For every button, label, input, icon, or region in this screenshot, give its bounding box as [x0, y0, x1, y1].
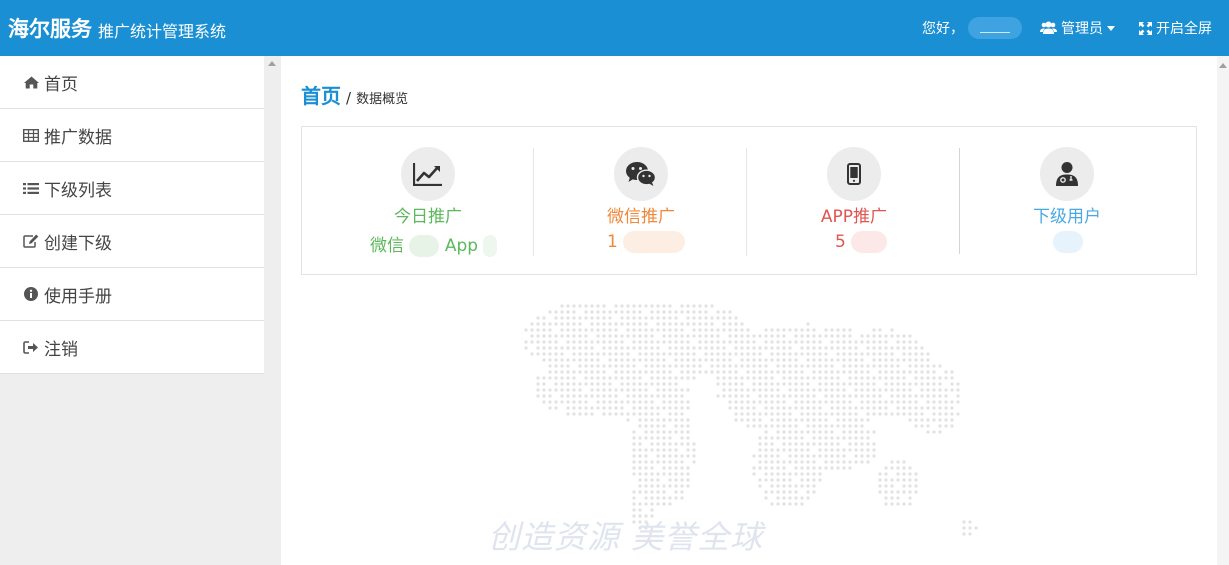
redacted-value — [409, 235, 440, 257]
users-icon — [1040, 21, 1057, 34]
wechat-icon — [626, 162, 657, 186]
redacted-value — [483, 235, 498, 257]
sidebar-item-promotion-data[interactable]: 推广数据 — [0, 109, 264, 162]
line-chart-icon — [413, 163, 442, 186]
sign-out-icon — [22, 340, 40, 354]
sidebar-item-manual[interactable]: 使用手册 — [0, 268, 264, 321]
sidebar-item-label: 注销 — [44, 339, 78, 360]
fullscreen-label: 开启全屏 — [1156, 21, 1212, 37]
stat-app-promotion: APP推广 5 — [748, 127, 960, 276]
sidebar-item-label: 使用手册 — [44, 286, 112, 307]
sidebar-item-label: 推广数据 — [44, 127, 112, 148]
stat-icon-circle — [1040, 147, 1094, 201]
home-icon — [22, 76, 40, 89]
world-map-decoration — [524, 304, 978, 536]
stats-panel: 今日推广 微信 App 微信推广 1 APP推广 5 下级用户 — [301, 126, 1197, 275]
user-doctor-icon — [1056, 162, 1078, 186]
stat-divider — [746, 148, 747, 256]
sidebar-item-label: 下级列表 — [44, 180, 112, 201]
stat-label-app: App — [444, 236, 479, 256]
stat-divider — [959, 148, 960, 254]
stat-values: 微信 App — [322, 231, 534, 257]
stat-divider — [533, 148, 534, 256]
greeting-text: 您好， — [922, 21, 964, 37]
table-icon — [22, 128, 40, 142]
username-redacted — [968, 17, 1022, 39]
sidebar-item-label: 创建下级 — [44, 233, 112, 254]
sidebar-item-logout[interactable]: 注销 — [0, 321, 264, 374]
top-right-area: 您好， 管理员 开启全屏 — [922, 0, 1229, 56]
stat-values: 1 — [535, 231, 747, 253]
stat-title: 微信推广 — [607, 207, 675, 227]
stat-icon-circle — [614, 147, 668, 201]
stat-title: 下级用户 — [1033, 207, 1101, 227]
stat-values — [961, 231, 1173, 253]
breadcrumb-home[interactable]: 首页 — [301, 80, 341, 109]
sidebar-item-subordinate-list[interactable]: 下级列表 — [0, 162, 264, 215]
list-icon — [22, 182, 40, 195]
redacted-value — [623, 231, 686, 253]
sidebar-menu: 首页 推广数据 下级列表 创建下级 使用手册 注销 — [0, 56, 264, 374]
stat-wechat-promotion: 微信推广 1 — [535, 127, 747, 276]
stat-label-wechat: 微信 — [370, 236, 404, 256]
fullscreen-button[interactable]: 开启全屏 — [1139, 18, 1212, 38]
scroll-up-icon[interactable] — [268, 61, 276, 66]
sidebar-item-home[interactable]: 首页 — [0, 56, 264, 109]
stat-today-promotion: 今日推广 微信 App — [322, 127, 534, 276]
stat-icon-circle — [401, 147, 455, 201]
sidebar-item-label: 首页 — [44, 74, 78, 95]
stat-title: APP推广 — [820, 207, 888, 227]
slogan-text: 创造资源 美誉全球 — [488, 518, 764, 556]
redacted-value — [1053, 231, 1083, 253]
redacted-value — [851, 231, 888, 253]
mobile-icon — [847, 163, 861, 185]
stat-subordinate-users: 下级用户 — [961, 127, 1173, 276]
sidebar: 首页 推广数据 下级列表 创建下级 使用手册 注销 — [0, 56, 281, 565]
breadcrumb: 首页 / 数据概览 — [301, 80, 408, 109]
top-navbar: 海尔服务 推广统计管理系统 您好， 管理员 开启全屏 — [0, 0, 1229, 56]
admin-label: 管理员 — [1061, 21, 1103, 37]
brand-subtitle: 推广统计管理系统 — [98, 21, 227, 41]
admin-dropdown[interactable]: 管理员 — [1040, 18, 1115, 38]
stat-value: 5 — [835, 232, 846, 252]
stat-value: 1 — [607, 232, 618, 252]
stat-title: 今日推广 — [394, 207, 462, 227]
main-scrollbar[interactable] — [1217, 56, 1229, 565]
sidebar-item-create-subordinate[interactable]: 创建下级 — [0, 215, 264, 268]
breadcrumb-separator: / — [346, 89, 352, 107]
scroll-up-icon[interactable] — [1219, 63, 1227, 68]
edit-icon — [22, 234, 40, 248]
info-icon — [22, 287, 40, 301]
caret-down-icon — [1107, 25, 1115, 31]
sidebar-scrollbar[interactable] — [264, 56, 281, 565]
expand-icon — [1139, 21, 1152, 35]
stat-icon-circle — [827, 147, 881, 201]
breadcrumb-current: 数据概览 — [356, 92, 409, 107]
brand-name[interactable]: 海尔服务 — [8, 13, 92, 43]
stat-values: 5 — [748, 231, 960, 253]
